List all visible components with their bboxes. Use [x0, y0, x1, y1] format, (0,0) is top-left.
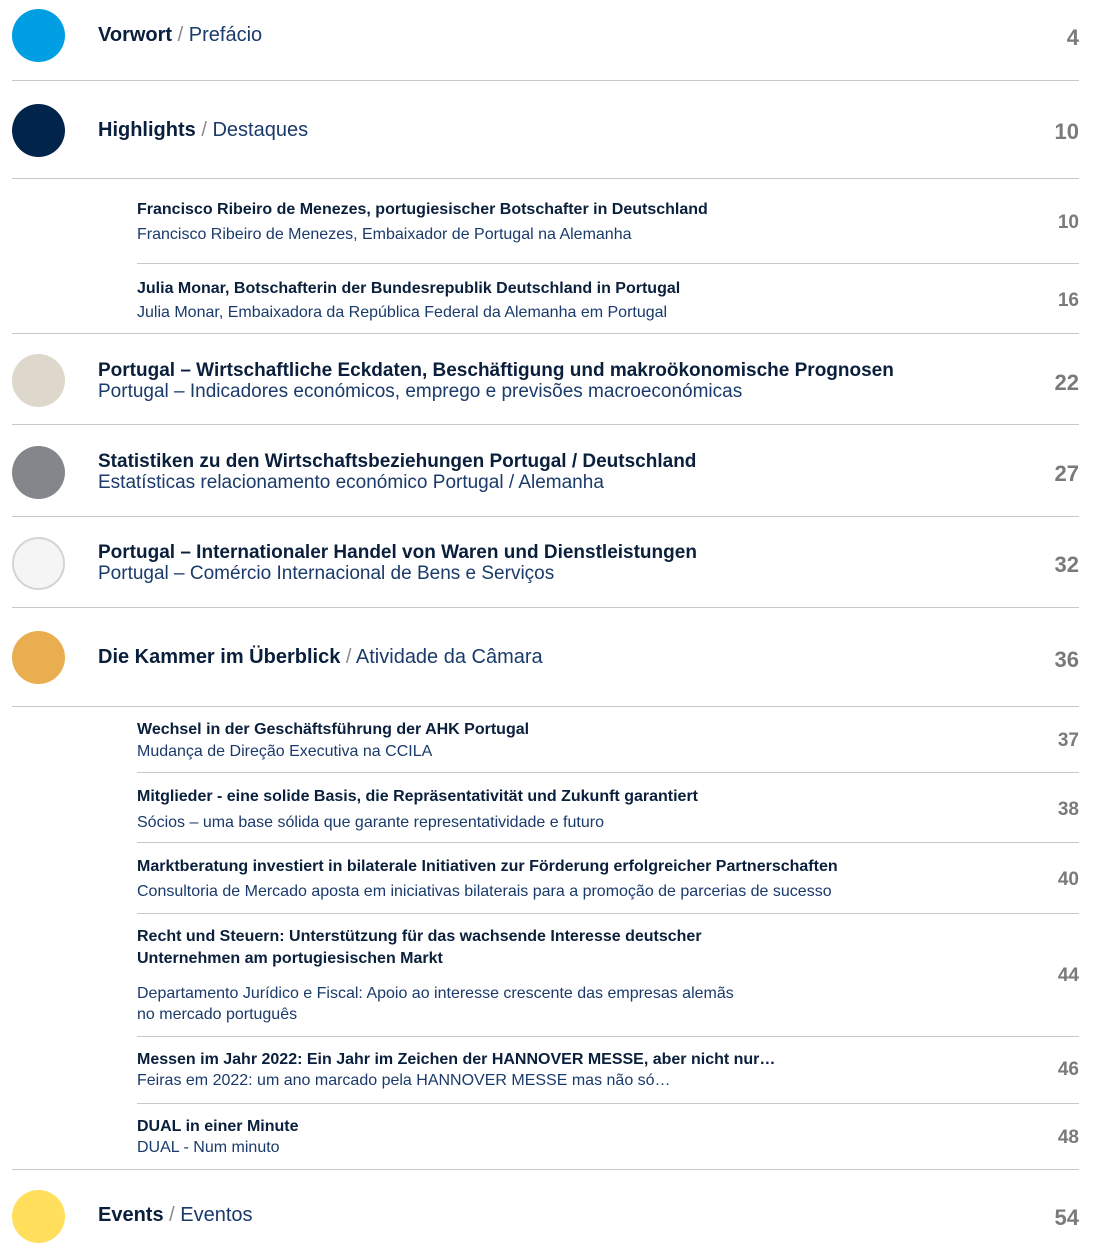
divider — [137, 1103, 1079, 1104]
section-marker-navy — [12, 104, 65, 157]
section-marker-yellow — [12, 1190, 65, 1243]
toc-entry-eckdaten-de[interactable]: Portugal – Wirtschaftliche Eckdaten, Bes… — [98, 360, 894, 382]
page-number: 48 — [1057, 1127, 1079, 1148]
toc-subentry-pt[interactable]: Feiras em 2022: um ano marcado pela HANN… — [137, 1070, 671, 1092]
page-number: 27 — [1054, 461, 1079, 486]
toc-subentry-de[interactable]: Messen im Jahr 2022: Ein Jahr im Zeichen… — [137, 1049, 775, 1071]
toc-subentry-de[interactable]: Julia Monar, Botschafterin der Bundesrep… — [137, 278, 680, 300]
section-marker-grey — [12, 446, 65, 499]
toc-subentry-pt-line2[interactable]: no mercado português — [137, 1004, 297, 1026]
section-title-de: Highlights — [98, 119, 196, 141]
toc-entry-events[interactable]: Events / Eventos — [98, 1204, 253, 1227]
toc-entry-handel-pt[interactable]: Portugal – Comércio Internacional de Ben… — [98, 563, 554, 585]
page-number: 46 — [1057, 1059, 1079, 1080]
toc-subentry-de[interactable]: Wechsel in der Geschäftsführung der AHK … — [137, 719, 529, 741]
separator: / — [345, 646, 352, 668]
divider — [137, 772, 1079, 773]
page-number: 54 — [1054, 1205, 1079, 1230]
divider — [137, 842, 1079, 843]
toc-entry-kammer[interactable]: Die Kammer im Überblick / Atividade da C… — [98, 646, 543, 669]
divider — [12, 178, 1079, 179]
toc-entry-eckdaten-pt[interactable]: Portugal – Indicadores económicos, empre… — [98, 381, 742, 403]
divider — [137, 913, 1079, 914]
section-title-pt: Atividade da Câmara — [355, 646, 543, 668]
separator: / — [177, 24, 184, 46]
toc-entry-highlights[interactable]: Highlights / Destaques — [98, 119, 308, 142]
divider — [12, 424, 1079, 425]
page-number: 32 — [1054, 552, 1079, 577]
toc-subentry-de-line2[interactable]: Unternehmen am portugiesischen Markt — [137, 948, 443, 970]
toc-subentry-de[interactable]: Francisco Ribeiro de Menezes, portugiesi… — [137, 199, 708, 221]
toc-subentry-de[interactable]: Mitglieder - eine solide Basis, die Repr… — [137, 786, 698, 808]
section-title-pt: Eventos — [180, 1204, 253, 1226]
toc-subentry-pt[interactable]: Sócios – uma base sólida que garante rep… — [137, 812, 604, 834]
divider — [137, 1036, 1079, 1037]
toc-entry-vorwort[interactable]: Vorwort / Prefácio — [98, 24, 262, 47]
toc-subentry-pt[interactable]: Mudança de Direção Executiva na CCILA — [137, 741, 432, 763]
toc-subentry-pt[interactable]: Consultoria de Mercado aposta em iniciat… — [137, 881, 832, 903]
toc-subentry-de[interactable]: Recht und Steuern: Unterstützung für das… — [137, 926, 702, 948]
toc-entry-handel-de[interactable]: Portugal – Internationaler Handel von Wa… — [98, 542, 697, 564]
toc-subentry-pt[interactable]: Francisco Ribeiro de Menezes, Embaixador… — [137, 224, 632, 246]
section-title-de: Events — [98, 1204, 164, 1226]
divider — [12, 80, 1079, 81]
toc-subentry-de[interactable]: DUAL in einer Minute — [137, 1116, 299, 1138]
page-number: 10 — [1054, 119, 1079, 144]
section-marker-orange — [12, 631, 65, 684]
divider — [12, 607, 1079, 608]
divider — [12, 706, 1079, 707]
section-marker-blue — [12, 9, 65, 62]
separator: / — [169, 1204, 175, 1226]
divider — [12, 333, 1079, 334]
page-number: 22 — [1054, 370, 1079, 395]
divider — [137, 263, 1079, 264]
divider — [12, 1169, 1079, 1170]
section-title-de: Vorwort — [98, 24, 173, 46]
section-title-pt: Prefácio — [188, 24, 263, 46]
page-number: 40 — [1057, 869, 1079, 890]
page-number: 10 — [1057, 212, 1079, 233]
toc-entry-statistiken-de[interactable]: Statistiken zu den Wirtschaftsbeziehunge… — [98, 451, 696, 473]
section-marker-white — [12, 537, 65, 590]
page-number: 4 — [1066, 25, 1079, 50]
page-number: 37 — [1057, 730, 1079, 751]
page-number: 36 — [1054, 647, 1079, 672]
toc-subentry-pt[interactable]: Julia Monar, Embaixadora da República Fe… — [137, 302, 667, 324]
toc-entry-statistiken-pt[interactable]: Estatísticas relacionamento económico Po… — [98, 472, 604, 494]
separator: / — [201, 119, 207, 141]
toc-subentry-de[interactable]: Marktberatung investiert in bilaterale I… — [137, 856, 838, 878]
section-title-pt: Destaques — [212, 119, 309, 141]
divider — [12, 516, 1079, 517]
section-marker-beige — [12, 354, 65, 407]
toc-subentry-pt[interactable]: DUAL - Num minuto — [137, 1137, 280, 1159]
toc-subentry-pt[interactable]: Departamento Jurídico e Fiscal: Apoio ao… — [137, 983, 734, 1005]
page-number: 16 — [1057, 290, 1079, 311]
page-number: 38 — [1057, 799, 1079, 820]
page-number: 44 — [1057, 965, 1079, 986]
section-title-de: Die Kammer im Überblick — [98, 646, 341, 668]
